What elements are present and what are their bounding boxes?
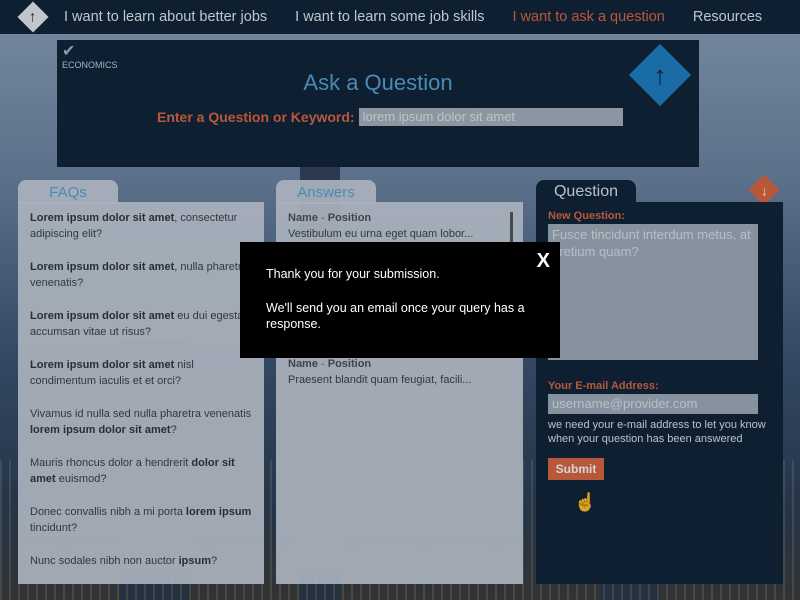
- modal-message-2: We'll send you an email once your query …: [266, 301, 525, 331]
- confirmation-modal: X Thank you for your submission. We'll s…: [240, 242, 560, 358]
- close-button[interactable]: X: [537, 250, 550, 273]
- modal-message-1: Thank you for your submission.: [266, 267, 440, 281]
